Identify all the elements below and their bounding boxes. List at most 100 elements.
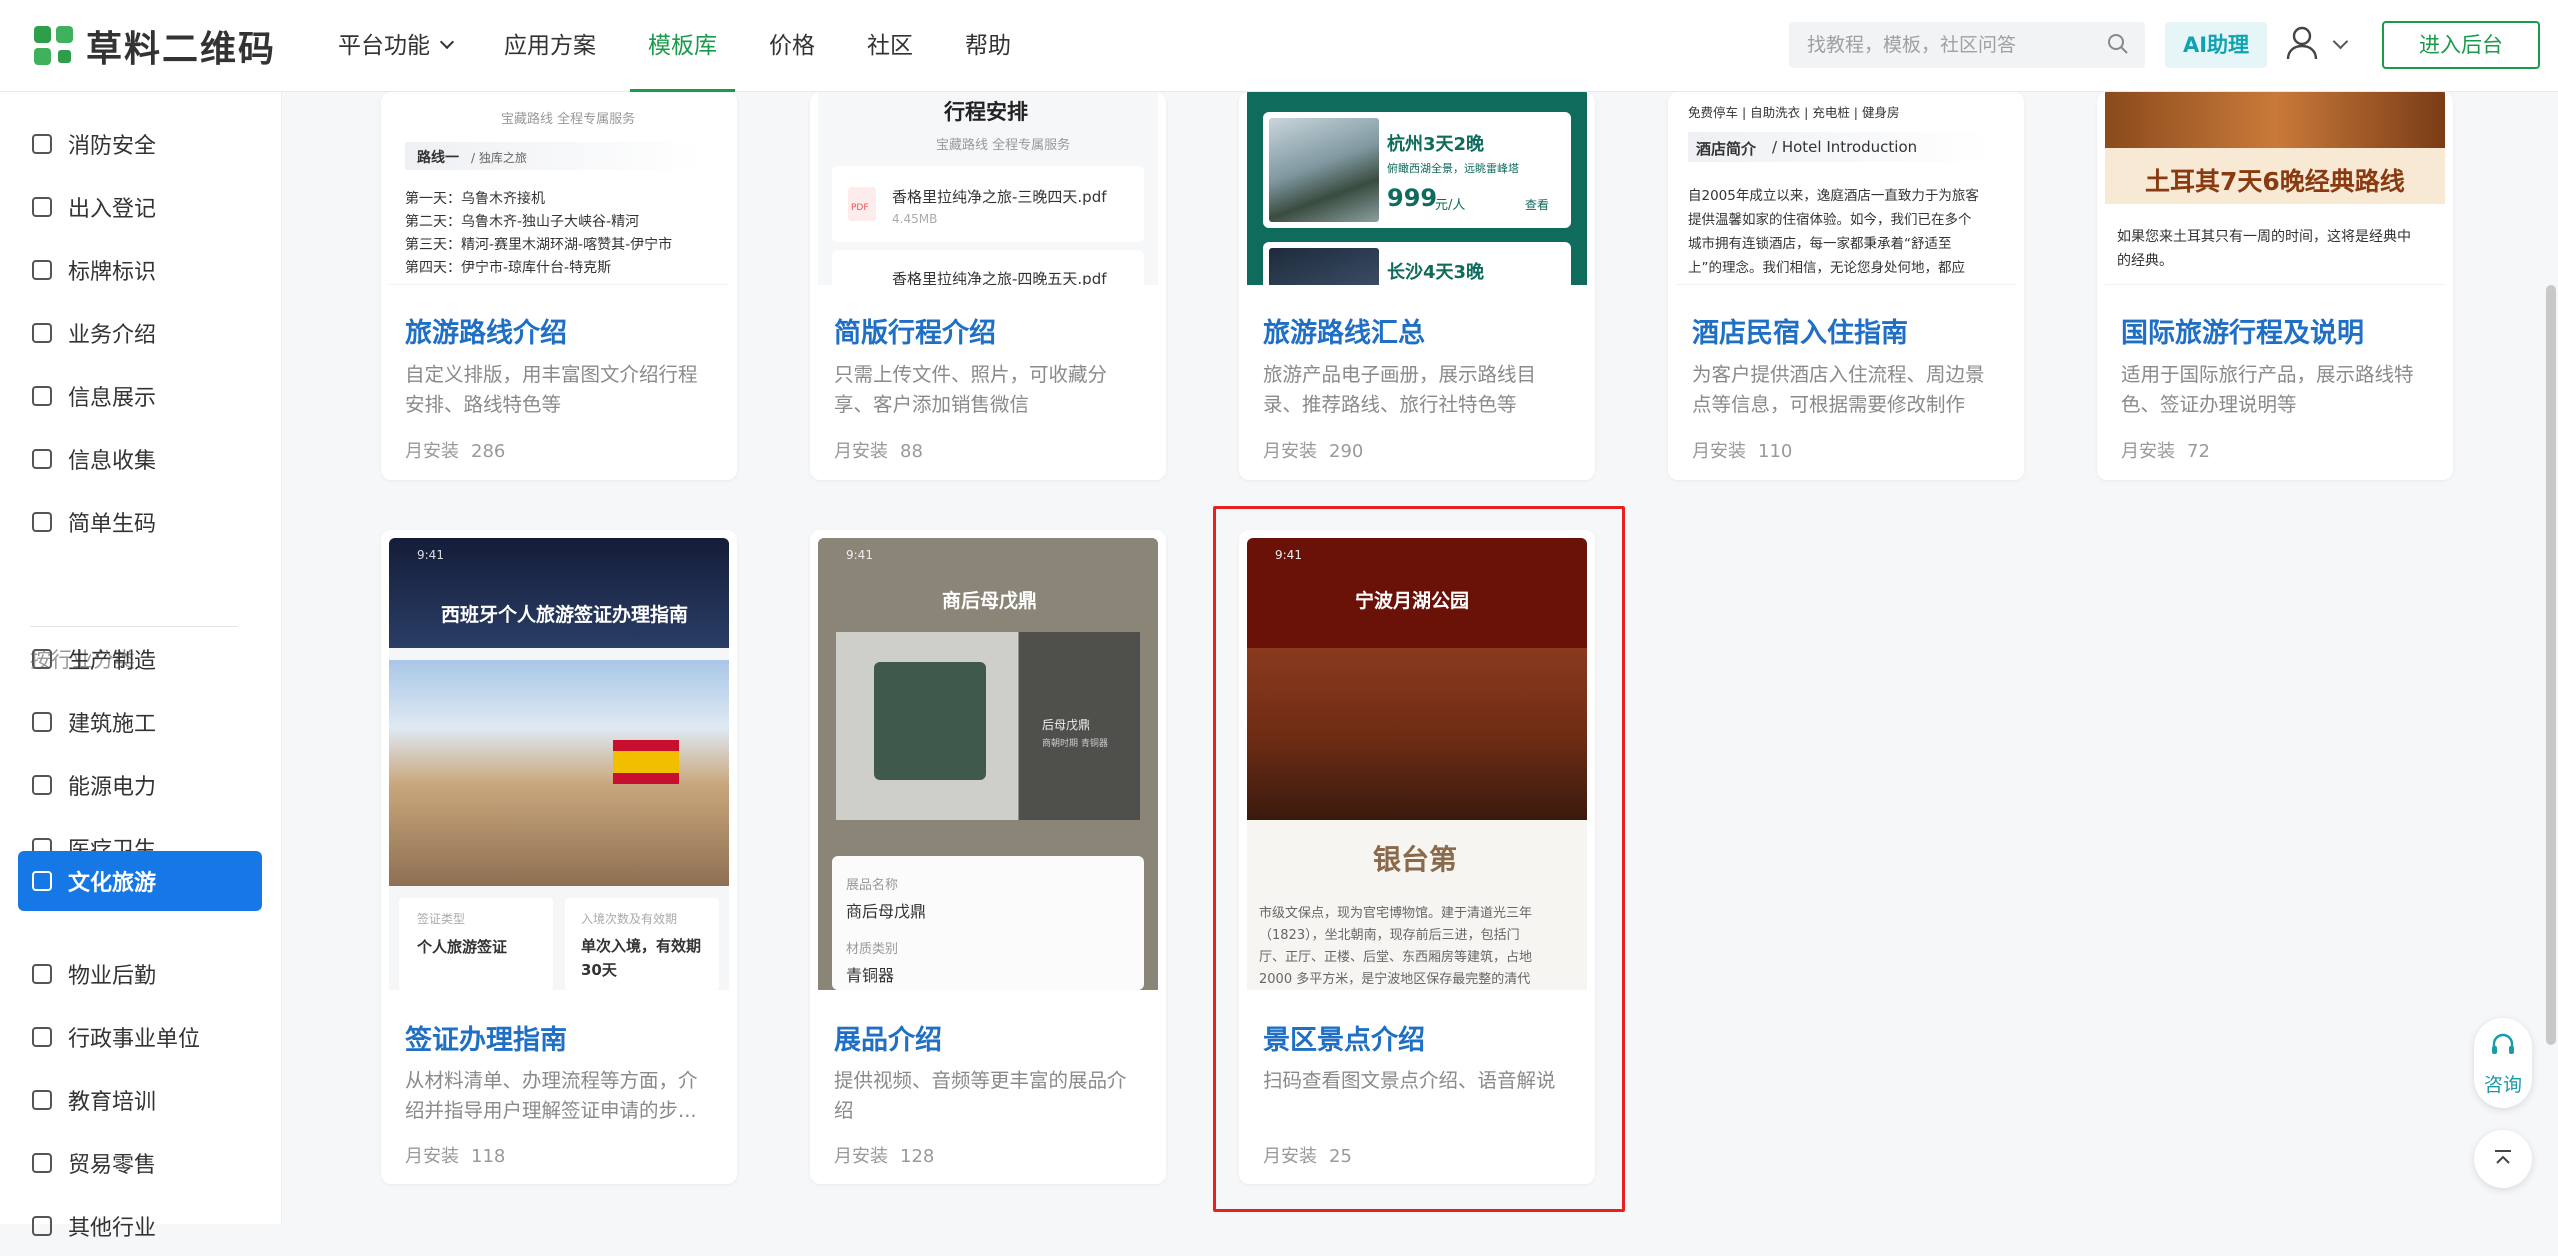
template-card[interactable]: 宝藏路线 全程专属服务 路线一 / 独库之旅 第一天：乌鲁木齐接机 第二天：乌鲁…: [381, 92, 737, 480]
template-thumbnail: 杭州3天2晚 俯瞰西湖全景，远眺雷峰塔 999 元/人 查看 长沙4天3晚: [1247, 92, 1587, 285]
sidebar-item-label: 建筑施工: [68, 712, 157, 737]
login-icon: [32, 197, 52, 217]
chevron-down-icon[interactable]: [2332, 33, 2349, 50]
changsha-photo: [1269, 248, 1379, 285]
card-description: 旅游产品电子画册，展示路线目录、推荐路线、旅行社特色等: [1263, 363, 1537, 416]
thumb-chip-sub: / 独库之旅: [471, 151, 527, 165]
thumb-line: 第三天：精河-赛里木湖环湖-喀赞其-伊宁市: [405, 237, 673, 253]
ai-assistant-button[interactable]: AI助理: [2165, 22, 2267, 68]
top-navbar: 草料二维码 平台功能 应用方案 模板库 价格 社区 帮助 AI助理 进入后台: [0, 0, 2558, 92]
sidebar-item-label: 业务介绍: [68, 323, 157, 348]
route-name: 长沙4天3晚: [1387, 262, 1485, 283]
sidebar-item-construction[interactable]: 建筑施工: [18, 692, 262, 752]
sidebar-item-education[interactable]: 教育培训: [18, 1070, 262, 1130]
west-lake-photo: [1269, 118, 1379, 222]
sidebar-item-property[interactable]: 物业后勤: [18, 944, 262, 1004]
sidebar-item-label: 生产制造: [68, 649, 157, 674]
nav-help[interactable]: 帮助: [965, 0, 1011, 92]
logo[interactable]: 草料二维码: [34, 20, 276, 72]
enter-dashboard-button[interactable]: 进入后台: [2382, 21, 2540, 69]
template-card[interactable]: 土耳其7天6晚经典路线 如果您来土耳其只有一周的时间，这将是经典中 的经典。 国…: [2097, 92, 2453, 480]
template-card[interactable]: 行程安排 宝藏路线 全程专属服务 PDF 香格里拉纯净之旅-三晚四天.pdf 4…: [810, 92, 1166, 480]
logo-icon: [34, 26, 74, 66]
sidebar-item-retail[interactable]: 贸易零售: [18, 1133, 262, 1193]
sidebar-item-info-display[interactable]: 信息展示: [18, 366, 262, 426]
sidebar-item-label: 物业后勤: [68, 964, 157, 989]
sidebar-item-entry-log[interactable]: 出入登记: [18, 177, 262, 237]
logo-text: 草料二维码: [86, 29, 277, 70]
field-label: 材质类别: [846, 942, 899, 957]
template-thumbnail: 9:41 西班牙个人旅游签证办理指南 签证类型 个人旅游签证 入境次数及有效期 …: [389, 538, 729, 990]
status-time: 9:41: [417, 548, 444, 562]
field-label: 展品名称: [846, 878, 899, 893]
bag-icon: [32, 1153, 52, 1173]
sidebar-item-simple-code[interactable]: 简单生码: [18, 492, 262, 552]
sidebar-item-energy[interactable]: 能源电力: [18, 755, 262, 815]
back-to-top-button[interactable]: [2474, 1130, 2532, 1188]
route-name: 杭州3天2晚: [1387, 134, 1485, 155]
field-label: 签证类型: [417, 912, 466, 926]
graduation-icon: [32, 1090, 52, 1110]
thumb-line: 提供温馨如家的住宿体验。如今，我们已在多个: [1688, 212, 1972, 228]
thumb-line: 城市拥有连锁酒店，每一家都秉承着“舒适至: [1688, 236, 1952, 252]
document-icon: [32, 323, 52, 343]
selection-highlight: [1213, 506, 1625, 1212]
template-card[interactable]: 杭州3天2晚 俯瞰西湖全景，远眺雷峰塔 999 元/人 查看 长沙4天3晚 旅游…: [1239, 92, 1595, 480]
template-thumbnail: 行程安排 宝藏路线 全程专属服务 PDF 香格里拉纯净之旅-三晚四天.pdf 4…: [818, 92, 1158, 285]
template-thumbnail: 9:41 商后母戊鼎 后母戊鼎 商朝时期 青铜器 展品名称 商后母戊鼎 材质类别…: [818, 538, 1158, 990]
thumb-banner: 土耳其7天6晚经典路线: [2145, 167, 2405, 196]
card-title: 旅游路线汇总: [1263, 318, 1425, 349]
consult-button[interactable]: 咨询: [2474, 1018, 2532, 1108]
sidebar-item-signage[interactable]: 标牌标识: [18, 240, 262, 300]
user-icon[interactable]: [2286, 26, 2318, 60]
search-input[interactable]: [1789, 22, 2079, 68]
field-label: 入境次数及有效期: [581, 912, 678, 926]
field-value: 青铜器: [846, 966, 895, 985]
thumb-line: 第二天：乌鲁木齐-独山子大峡谷-精河: [405, 214, 640, 230]
template-card[interactable]: 免费停车 | 自助洗衣 | 充电桩 | 健身房 酒店简介 / Hotel Int…: [1668, 92, 2024, 480]
sidebar-item-other[interactable]: 其他行业: [18, 1196, 262, 1256]
madrid-photo: [389, 660, 729, 886]
sidebar-divider: [30, 626, 238, 627]
thumb-line: 如果您来土耳其只有一周的时间，这将是经典中: [2117, 229, 2411, 245]
nav-community[interactable]: 社区: [867, 0, 913, 92]
template-thumbnail: 宝藏路线 全程专属服务 路线一 / 独库之旅 第一天：乌鲁木齐接机 第二天：乌鲁…: [389, 92, 729, 285]
nav-solutions[interactable]: 应用方案: [504, 0, 596, 92]
sidebar-item-label: 消防安全: [68, 134, 157, 159]
consult-label: 咨询: [2484, 1074, 2523, 1096]
search-icon[interactable]: [2107, 33, 2129, 55]
field-value: 商后母戊鼎: [846, 902, 927, 921]
sidebar-item-culture-tourism[interactable]: 文化旅游: [18, 851, 262, 911]
sidebar-item-info-collect[interactable]: 信息收集: [18, 429, 262, 489]
scrollbar[interactable]: [2546, 285, 2556, 1045]
thumb-heading: 行程安排: [944, 100, 1028, 124]
thumb-subtitle: 宝藏路线 全程专属服务: [936, 138, 1071, 153]
card-title: 旅游路线介绍: [405, 318, 567, 349]
template-card[interactable]: 9:41 商后母戊鼎 后母戊鼎 商朝时期 青铜器 展品名称 商后母戊鼎 材质类别…: [810, 530, 1166, 1184]
nav-platform[interactable]: 平台功能: [338, 0, 455, 92]
sidebar-item-label: 行政事业单位: [68, 1027, 201, 1052]
sidebar-item-government[interactable]: 行政事业单位: [18, 1007, 262, 1067]
thumb-line: 上”的理念。我们相信，无论您身处何地，都应: [1688, 260, 1965, 276]
sidebar-item-manufacturing[interactable]: 生产制造: [18, 629, 262, 689]
card-description: 提供视频、音频等更丰富的展品介绍: [834, 1069, 1127, 1122]
hand-icon: [32, 964, 52, 984]
nav-templates[interactable]: 模板库: [630, 0, 735, 92]
thumb-heading: 商后母戊鼎: [942, 590, 1038, 612]
card-description: 适用于国际旅行产品，展示路线特色、签证办理说明等: [2121, 363, 2414, 416]
file-size: 4.45MB: [892, 212, 938, 226]
thumb-line: 第四天：伊宁市-琼库什台-特克斯: [405, 260, 612, 276]
tag-icon: [32, 260, 52, 280]
sidebar-item-label: 信息展示: [68, 386, 157, 411]
nav-pricing[interactable]: 价格: [769, 0, 815, 92]
card-install-count: 月安装 110: [1692, 441, 1793, 462]
sidebar-item-business[interactable]: 业务介绍: [18, 303, 262, 363]
fire-icon: [32, 134, 52, 154]
template-thumbnail: 免费停车 | 自助洗衣 | 充电桩 | 健身房 酒店简介 / Hotel Int…: [1676, 92, 2016, 285]
cube-icon: [32, 512, 52, 532]
sidebar-item-label: 教育培训: [68, 1090, 157, 1115]
template-card[interactable]: 9:41 西班牙个人旅游签证办理指南 签证类型 个人旅游签证 入境次数及有效期 …: [381, 530, 737, 1184]
sidebar-item-fire-safety[interactable]: 消防安全: [18, 114, 262, 174]
card-install-count: 月安装 72: [2121, 441, 2210, 462]
price-unit: 元/人: [1435, 198, 1466, 213]
